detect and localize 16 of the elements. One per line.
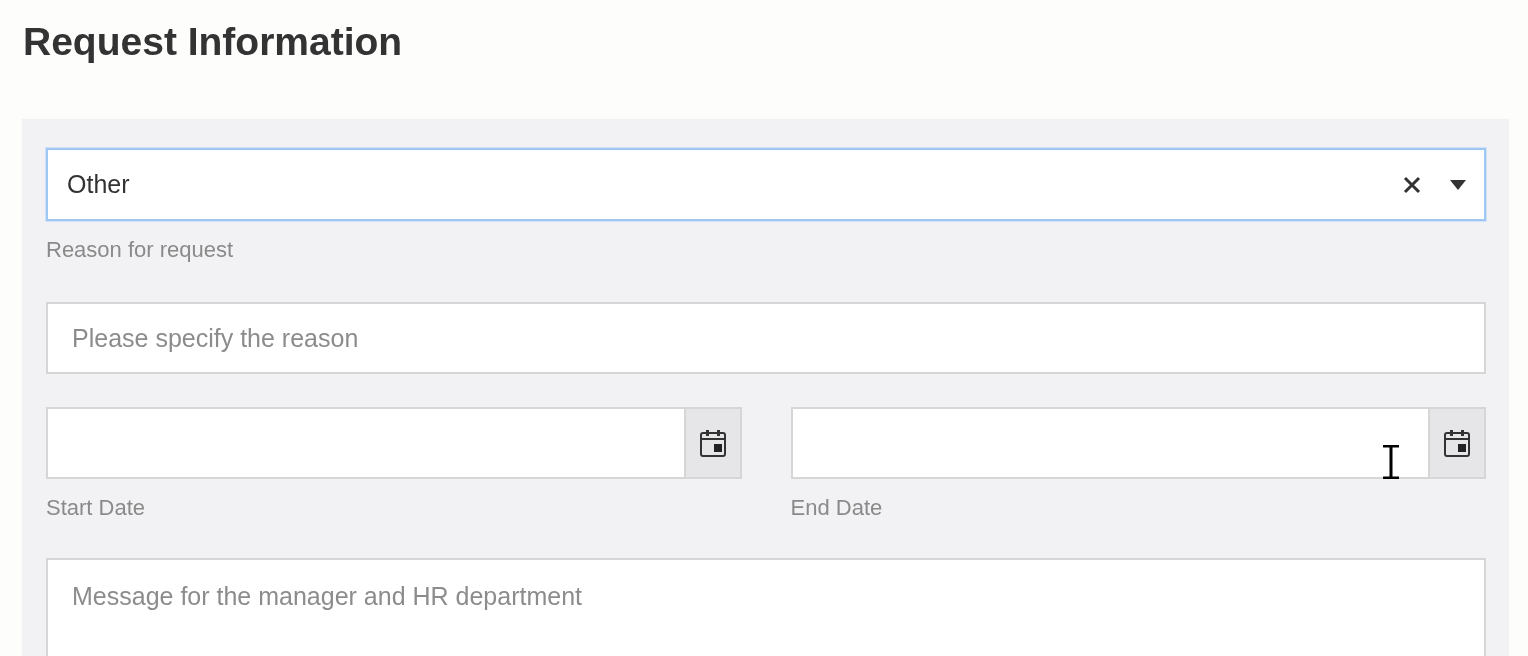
input-field[interactable]: Please specify the reason [46,302,1486,374]
field-label: End Date [790,495,883,521]
calendar-button[interactable] [683,407,742,479]
field-label: Reason for request [46,237,234,263]
text-cursor-icon [1382,445,1400,479]
clear-icon[interactable] [1403,175,1421,194]
date-input-field[interactable] [46,407,684,479]
date-input-field[interactable] [790,407,1428,479]
field-label: Start Date [46,495,146,521]
page-title: Request Information [23,19,403,65]
calendar-button[interactable] [1428,407,1486,479]
caret-icon[interactable] [1450,179,1466,190]
message-field[interactable]: Message for the manager and HR department [46,558,1486,656]
calendar-icon [699,429,726,457]
reason-select[interactable]: Other [46,148,1486,221]
calendar-icon [1444,429,1470,457]
